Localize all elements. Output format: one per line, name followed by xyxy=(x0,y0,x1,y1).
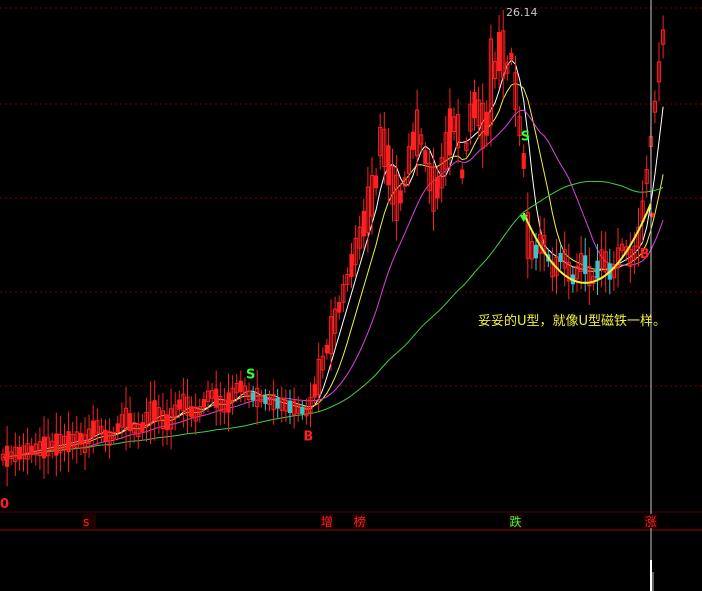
candle-body xyxy=(460,169,465,179)
candle-body xyxy=(91,420,96,438)
candle-body xyxy=(595,260,600,279)
candle-body xyxy=(287,400,293,414)
candle-body xyxy=(128,413,133,432)
candle-body xyxy=(17,446,22,460)
candle-body xyxy=(312,384,317,398)
sell-marker: S xyxy=(246,368,255,383)
candle-body xyxy=(583,255,588,275)
candle-body xyxy=(140,422,145,433)
candle-body xyxy=(349,254,354,277)
buy-marker: B xyxy=(640,247,650,262)
tag-label: s xyxy=(83,515,89,529)
candle-body xyxy=(398,190,403,204)
candle-body xyxy=(226,392,231,413)
candle-body xyxy=(275,398,280,409)
candle-body xyxy=(497,31,502,72)
candle-body xyxy=(447,108,452,156)
candle-body xyxy=(54,433,59,456)
sell-marker: S xyxy=(521,130,530,145)
candle-body xyxy=(533,244,539,259)
candle-body xyxy=(521,153,526,169)
candle-body xyxy=(410,131,416,150)
buy-marker: B xyxy=(303,430,313,445)
annotation-text: 妥妥的U型，就像U型磁铁一样。 xyxy=(478,313,666,329)
tag-label: 涨 xyxy=(645,514,657,529)
candle-body xyxy=(201,398,207,408)
candle-body xyxy=(251,392,256,401)
candle-body xyxy=(435,177,440,199)
candle-body xyxy=(29,445,34,456)
ma-magenta-line xyxy=(2,109,664,458)
candle-body xyxy=(337,301,342,313)
candle-body xyxy=(472,91,477,119)
candle-body xyxy=(41,436,47,459)
candle-body xyxy=(300,406,305,414)
candle-body xyxy=(374,175,379,189)
ma-white-line xyxy=(2,59,664,458)
moving-averages xyxy=(2,59,664,458)
candle-body xyxy=(78,432,84,445)
ma-yellow-line xyxy=(2,83,664,458)
candle-body xyxy=(324,344,329,354)
candlestick-chart: S B S B 0 26.14 妥妥的U型，就像U型磁铁一样。 s 增 榜 跌 涨 xyxy=(0,0,702,591)
candles xyxy=(0,9,666,487)
candle-body xyxy=(66,431,71,453)
volume-panel xyxy=(650,560,654,591)
bottom-tag-row: s增榜跌涨 xyxy=(82,514,658,529)
candle-body xyxy=(484,111,489,136)
candle-body xyxy=(263,395,268,404)
candle-body xyxy=(152,400,157,422)
candle-body xyxy=(558,252,563,263)
candle-body xyxy=(238,380,243,393)
tag-label: 跌 xyxy=(510,514,522,529)
candle-body xyxy=(423,150,428,165)
candle-body xyxy=(189,406,194,418)
candle-body xyxy=(164,414,170,431)
buy-marker: 0 xyxy=(0,497,9,512)
tag-label: 榜 xyxy=(354,514,366,529)
candle-body xyxy=(386,145,391,186)
candle-body xyxy=(509,52,514,60)
high-price-label: 26.14 xyxy=(506,6,538,19)
cursor-dot xyxy=(649,212,655,218)
candle-body xyxy=(361,210,366,237)
candle-body xyxy=(177,399,182,410)
candle-body xyxy=(5,445,10,467)
candle-body xyxy=(115,423,120,433)
candle-body xyxy=(214,388,219,408)
tag-label: 增 xyxy=(321,515,333,529)
candle-body xyxy=(103,429,108,442)
